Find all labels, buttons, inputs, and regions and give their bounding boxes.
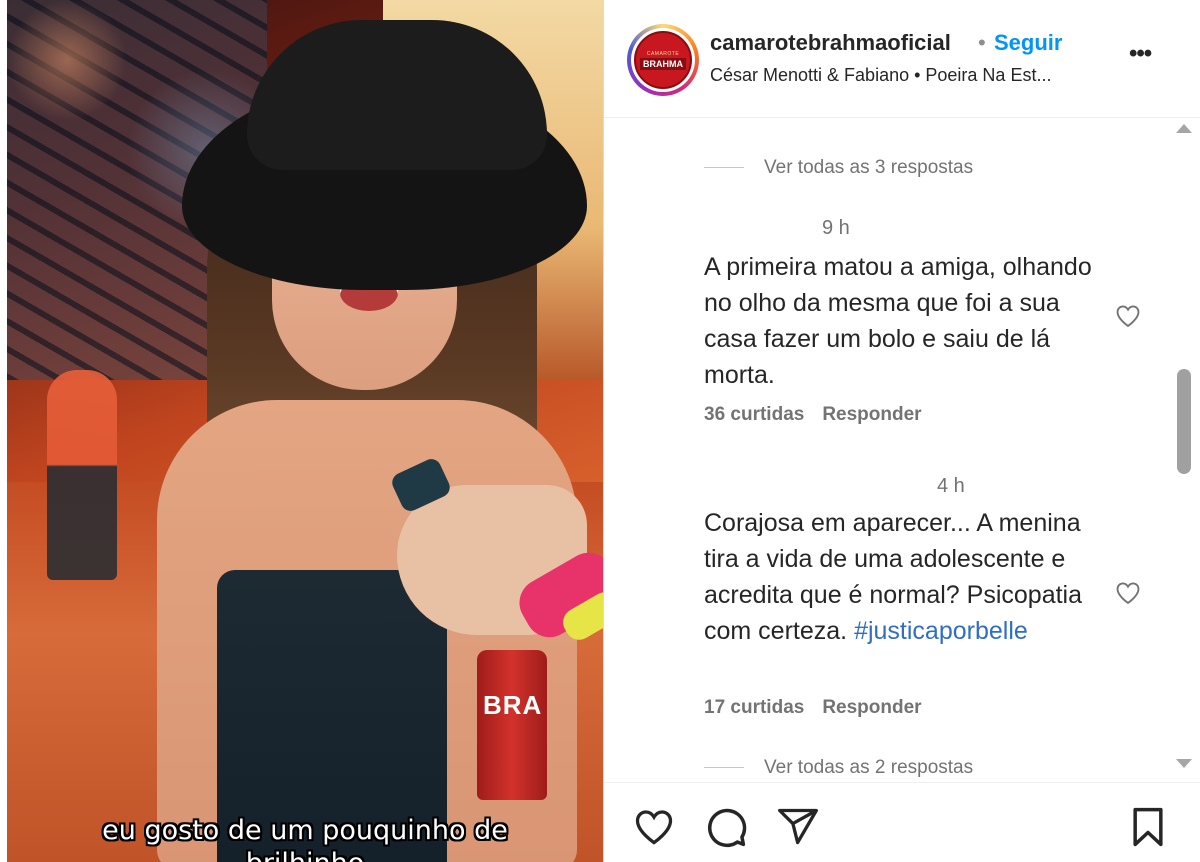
view-replies-label: Ver todas as 2 respostas — [764, 757, 974, 778]
avatar-story-ring[interactable]: CAMAROTE BRAHMA — [627, 24, 699, 96]
video-caption-line2: brilhinho — [7, 848, 603, 862]
comment-icon[interactable] — [704, 805, 748, 849]
comment-time[interactable]: 4 h — [937, 475, 965, 498]
comment-text: Corajosa em aparecer... A menina tira a … — [704, 505, 1094, 649]
post-panel: CAMAROTE BRAHMA camarotebrahmaoficial • … — [603, 0, 1200, 862]
comment-time[interactable]: 9 h — [822, 217, 850, 240]
follow-button[interactable]: Seguir — [994, 30, 1062, 56]
video-caption-line1: eu gosto de um pouquinho de — [102, 815, 508, 846]
comments-list[interactable]: Ver todas as 3 respostas 9 h A primeira … — [604, 119, 1200, 781]
post-header: CAMAROTE BRAHMA camarotebrahmaoficial • … — [604, 0, 1200, 118]
action-bar — [604, 782, 1200, 862]
reply-button[interactable]: Responder — [822, 697, 921, 718]
share-icon[interactable] — [776, 805, 820, 849]
replies-line — [704, 767, 744, 769]
background-person — [47, 370, 117, 580]
username-link[interactable]: camarotebrahmaoficial — [710, 30, 951, 56]
scroll-down-arrow[interactable] — [1176, 759, 1192, 768]
bookmark-icon[interactable] — [1126, 805, 1170, 849]
heart-icon[interactable] — [1114, 579, 1142, 607]
heart-icon[interactable] — [1114, 302, 1142, 330]
scrollbar-thumb[interactable] — [1177, 369, 1191, 474]
view-replies-link[interactable]: Ver todas as 2 respostas — [704, 757, 973, 779]
comment-text: A primeira matou a amiga, olhando no olh… — [704, 253, 1092, 389]
more-icon[interactable]: ••• — [1129, 40, 1152, 68]
avatar-logo-bottom-text: BRAHMA — [640, 57, 686, 70]
comment-meta: 36 curtidas Responder — [704, 404, 922, 426]
comment-meta: 17 curtidas Responder — [704, 697, 922, 719]
view-replies-label: Ver todas as 3 respostas — [764, 157, 974, 178]
reply-button[interactable]: Responder — [822, 404, 921, 425]
beer-can: BRA — [477, 650, 547, 800]
avatar-logo: CAMAROTE BRAHMA — [634, 31, 692, 89]
like-count[interactable]: 36 curtidas — [704, 404, 804, 425]
audio-subtitle[interactable]: César Menotti & Fabiano • Poeira Na Est.… — [710, 65, 1051, 86]
like-count[interactable]: 17 curtidas — [704, 697, 804, 718]
replies-line — [704, 167, 744, 169]
hashtag-link[interactable]: #justicaporbelle — [854, 617, 1028, 645]
heart-icon[interactable] — [632, 805, 676, 849]
view-replies-link[interactable]: Ver todas as 3 respostas — [704, 157, 973, 179]
reel-video[interactable]: BRA eu gosto de um pouquinho de brilhinh… — [7, 0, 603, 862]
avatar[interactable]: CAMAROTE BRAHMA — [631, 28, 695, 92]
scroll-up-arrow[interactable] — [1176, 124, 1192, 133]
separator-dot: • — [978, 30, 986, 55]
can-brand: BRA — [483, 690, 543, 720]
avatar-logo-top-text: CAMAROTE — [646, 50, 680, 57]
